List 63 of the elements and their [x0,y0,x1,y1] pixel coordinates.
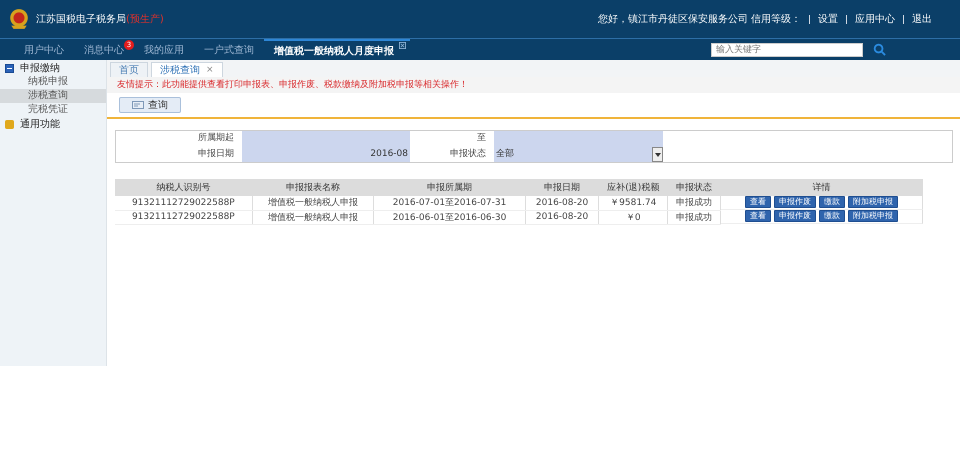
date-field[interactable] [242,131,410,147]
nav-tab[interactable]: 我的应用 [134,39,194,60]
sidebar-item[interactable]: 纳税申报 [0,75,106,89]
emblem-icon [8,8,30,30]
query-icon [132,100,144,110]
column-header: 申报状态 [668,179,720,196]
site-title: 江苏国税电子税务局(预生产) [36,12,164,26]
action-button[interactable]: 申报作废 [774,210,816,222]
action-button[interactable]: 缴款 [818,210,845,222]
search-field[interactable]: 输入关键字 [711,42,863,56]
close-icon[interactable]: × [206,65,214,75]
nav-tab[interactable]: 用户中心 [14,39,74,60]
nav-tab[interactable]: 一户式查询 [194,39,264,60]
notice-text: 友情提示：此功能提供查看打印申报表、申报作废、税款缴纳及附加税申报等相关操作！ [107,77,960,93]
sidebar-group[interactable]: 申报缴纳 [0,61,106,75]
table-cell: 2016-06-01至2016-06-30 [374,210,526,224]
action-button[interactable]: 查看 [744,196,771,208]
header-link[interactable]: 应用中心 [855,12,895,26]
table-cell: 申报成功 [668,210,720,224]
group-label: 通用功能 [20,118,60,131]
header-link[interactable]: 设置 [818,12,838,26]
field-label: 所属期起 [197,132,235,145]
table-cell: 2016-08-20 [525,210,599,224]
action-button[interactable]: 缴款 [818,196,845,208]
date-field[interactable]: 2016-08 [242,147,410,162]
table-cell: 增值税一般纳税人申报 [252,210,374,224]
column-header: 详情 [720,179,923,196]
column-header: 纳税人识别号 [115,179,252,196]
collapse-icon [5,64,14,72]
tab[interactable]: 涉税查询 × [151,62,223,77]
greeting-text: 您好，镇江市丹徒区保安服务公司 信用等级： [598,12,801,26]
search-icon[interactable] [873,43,886,56]
table-cell: 2016-08-20 [525,196,599,210]
table-cell: 2016-07-01至2016-07-31 [374,196,526,210]
action-button[interactable]: 查看 [744,210,771,222]
sidebar-group[interactable]: 通用功能 [0,117,106,131]
date-field[interactable] [494,131,663,147]
field-label: 申报状态 [449,148,487,161]
field-label: 申报日期 [197,148,235,161]
column-header: 申报所属期 [374,179,526,196]
table-cell: ￥9581.74 [598,196,668,210]
action-button[interactable]: 附加税申报 [848,210,898,222]
table-cell: 增值税一般纳税人申报 [252,196,374,210]
action-button[interactable]: 附加税申报 [848,196,898,208]
status-select[interactable]: 全部 [494,147,663,162]
column-header: 申报报表名称 [252,179,374,196]
query-button[interactable]: 查询 [119,97,181,113]
sidebar-item[interactable]: 涉税查询 [0,89,106,103]
table-cell: 91321112729022588P [115,196,252,210]
field-label: 至 [476,132,487,145]
column-header: 申报日期 [525,179,599,196]
dropdown-icon[interactable] [652,147,663,162]
group-label: 申报缴纳 [20,62,60,75]
table-cell: 申报成功 [668,196,720,210]
action-button[interactable]: 申报作废 [774,196,816,208]
sidebar-item[interactable]: 完税凭证 [0,103,106,117]
folder-icon [5,120,14,128]
table-cell: 91321112729022588P [115,210,252,224]
column-header: 应补(退)税额 [598,179,668,196]
tab[interactable]: 首页 [110,62,148,77]
table-cell: ￥0 [598,210,668,224]
header-link[interactable]: 退出 [912,12,932,26]
close-icon[interactable] [399,42,406,49]
